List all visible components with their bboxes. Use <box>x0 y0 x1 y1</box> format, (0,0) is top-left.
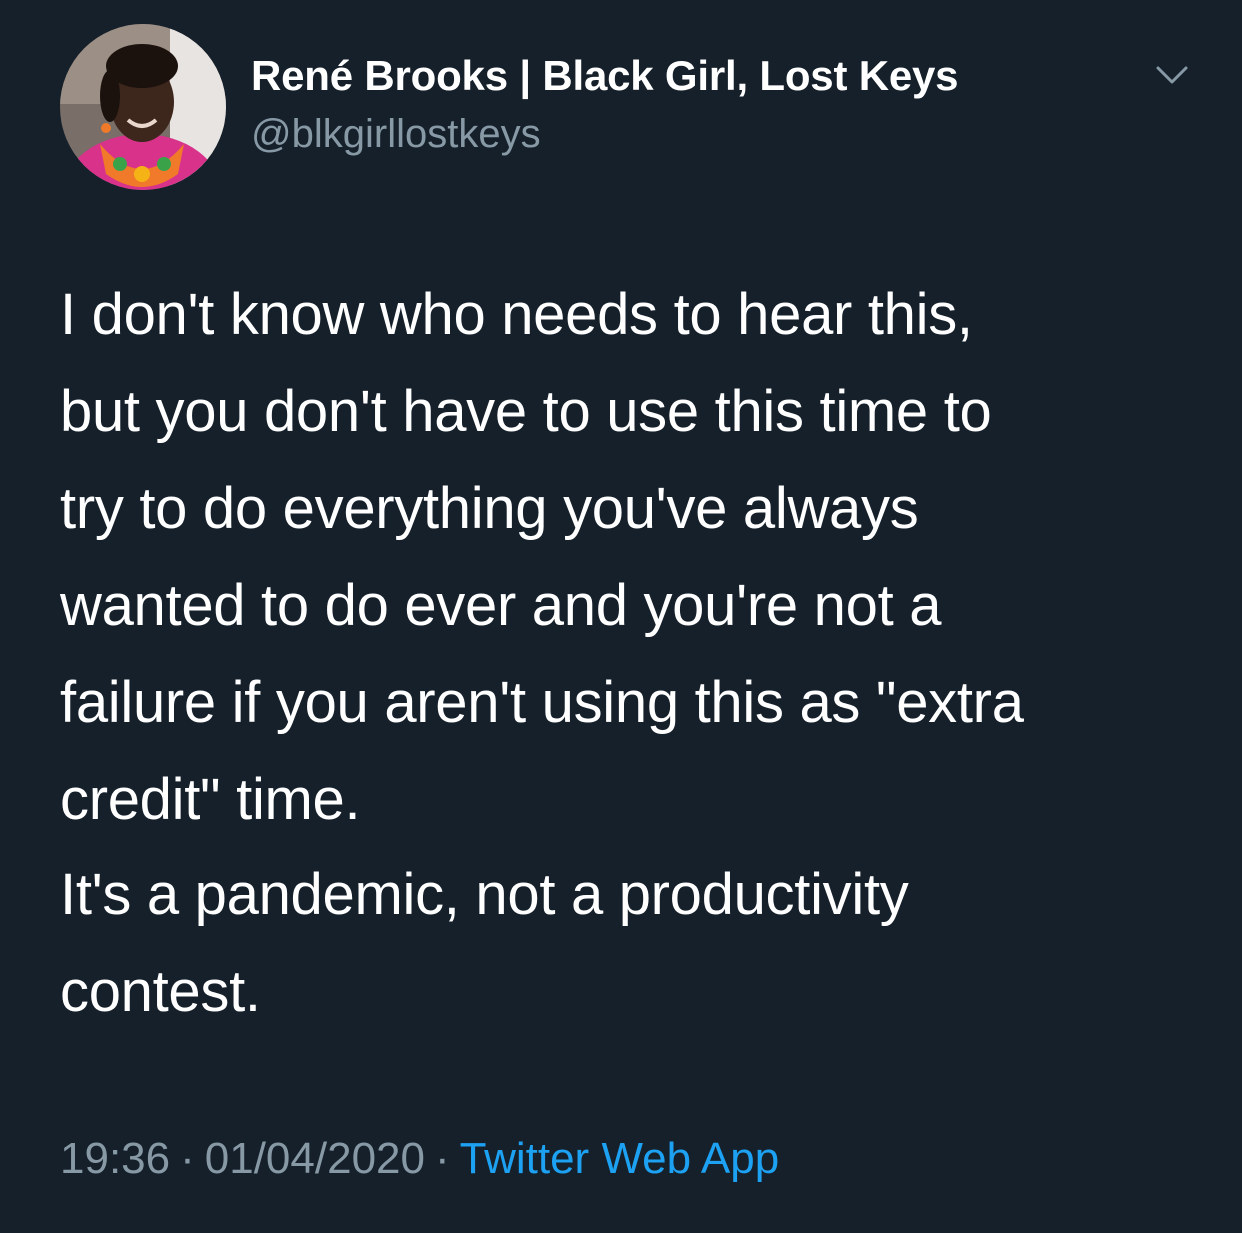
tweet-meta: 19:36 · 01/04/2020 · Twitter Web App <box>60 1134 779 1184</box>
author-handle[interactable]: @blkgirllostkeys <box>251 112 541 157</box>
tweet-line: contest. <box>60 959 261 1024</box>
tweet-line: It's a pandemic, not a productivity <box>60 862 909 927</box>
tweet-paragraph: I don't know who needs to hear this, but… <box>60 266 1190 848</box>
tweet-card: René Brooks | Black Girl, Lost Keys @blk… <box>0 0 1242 1233</box>
meta-separator: · <box>180 1134 195 1183</box>
tweet-source-link[interactable]: Twitter Web App <box>460 1134 780 1183</box>
tweet-line: wanted to do ever and you're not a <box>60 573 942 638</box>
tweet-line: but you don't have to use this time to <box>60 379 992 444</box>
tweet-date[interactable]: 01/04/2020 <box>205 1134 425 1183</box>
author-name[interactable]: René Brooks | Black Girl, Lost Keys <box>251 52 959 100</box>
tweet-line: try to do everything you've always <box>60 476 919 541</box>
tweet-text: I don't know who needs to hear this, but… <box>60 266 1190 1040</box>
avatar-image <box>60 24 226 190</box>
avatar[interactable] <box>60 24 226 190</box>
tweet-line: credit" time. <box>60 767 361 832</box>
tweet-time[interactable]: 19:36 <box>60 1134 170 1183</box>
tweet-line: I don't know who needs to hear this, <box>60 282 973 347</box>
meta-separator: · <box>434 1134 450 1183</box>
tweet-line: failure if you aren't using this as "ext… <box>60 670 1024 735</box>
tweet-paragraph: It's a pandemic, not a productivity cont… <box>60 846 1190 1040</box>
chevron-down-icon[interactable] <box>1152 60 1192 90</box>
